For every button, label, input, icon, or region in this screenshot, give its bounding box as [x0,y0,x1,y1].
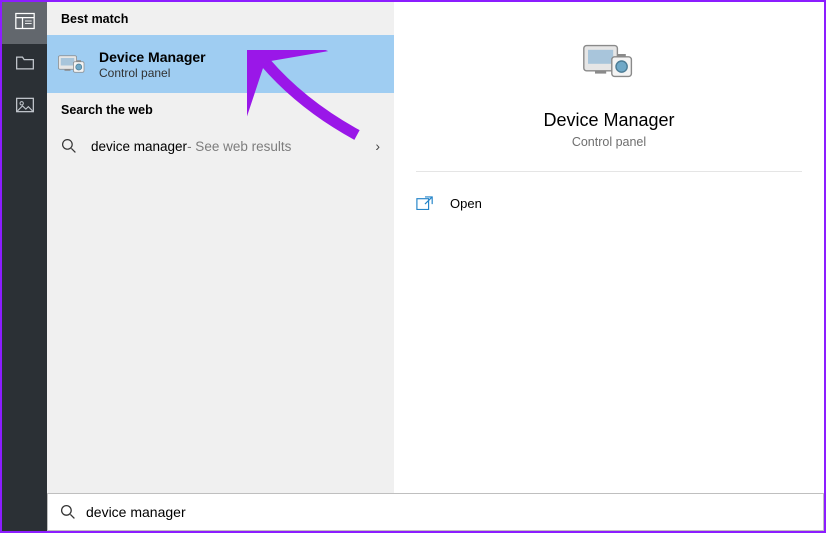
best-match-subtitle: Control panel [99,66,206,80]
best-match-item[interactable]: Device Manager Control panel [47,35,394,93]
chevron-right-icon: › [375,138,380,154]
search-icon [60,504,76,520]
device-manager-icon [57,49,87,79]
rail-item-photos[interactable] [2,86,47,128]
open-label: Open [450,196,482,211]
web-header: Search the web [47,93,394,126]
detail-subtitle: Control panel [572,135,646,149]
photo-icon [15,96,35,119]
best-match-title: Device Manager [99,48,206,66]
search-icon [61,138,77,154]
category-rail [2,2,47,531]
web-query-suffix: - See web results [187,139,291,154]
open-icon [416,196,434,210]
device-manager-icon-large [581,36,637,92]
web-query: device manager [91,139,187,154]
search-input[interactable] [86,504,811,520]
open-action[interactable]: Open [394,180,824,226]
folder-icon [15,54,35,77]
rail-item-documents[interactable] [2,44,47,86]
apps-icon [15,12,35,35]
best-match-header: Best match [47,2,394,35]
web-result-item[interactable]: device manager - See web results › [47,126,394,166]
rail-item-apps[interactable] [2,2,47,44]
search-bar[interactable] [47,493,824,531]
detail-panel: Device Manager Control panel Open [394,2,824,531]
results-panel: Best match Device Manager Control panel … [47,2,394,531]
detail-title: Device Manager [543,110,674,131]
